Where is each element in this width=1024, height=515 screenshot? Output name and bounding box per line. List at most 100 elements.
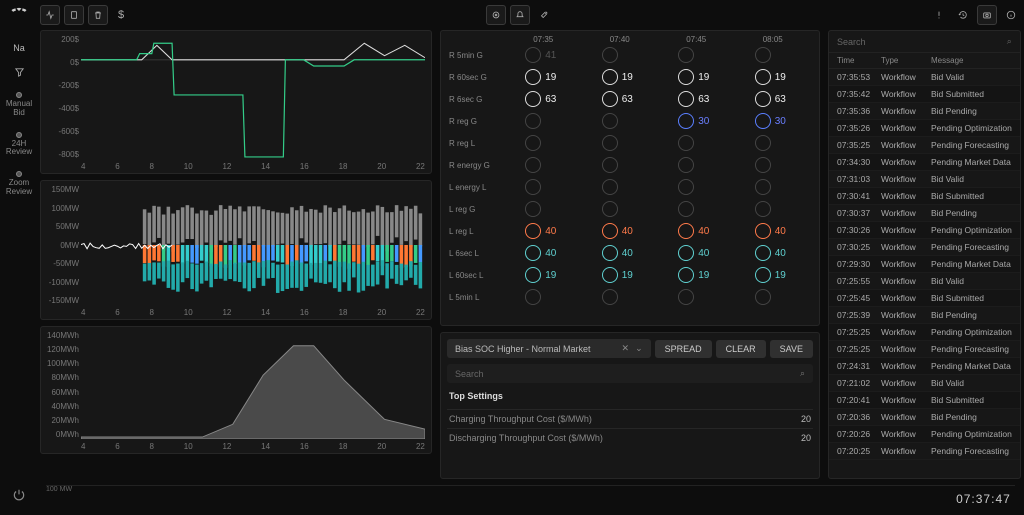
bid-cell[interactable] [505,157,582,173]
trash-icon[interactable] [88,5,108,25]
camera-icon[interactable] [977,5,997,25]
footer-chart[interactable]: 100 MW [46,485,1015,513]
bid-cell[interactable]: 40 [735,245,812,261]
bid-cell[interactable]: 19 [505,267,582,283]
log-row[interactable]: 07:35:25WorkflowPending Forecasting [829,137,1020,154]
bid-cell[interactable] [582,201,659,217]
bid-cell[interactable] [582,47,659,63]
bid-cell[interactable]: 40 [658,245,735,261]
bid-cell[interactable] [505,113,582,129]
bid-cell[interactable]: 63 [505,91,582,107]
sidebar-item-manual-bid[interactable]: ManualBid [6,92,32,118]
bid-cell[interactable]: 19 [735,69,812,85]
log-row[interactable]: 07:25:39WorkflowBid Pending [829,307,1020,324]
clear-button[interactable]: CLEAR [716,340,766,358]
bid-cell[interactable] [658,157,735,173]
bid-cell[interactable] [735,157,812,173]
bid-cell[interactable] [658,201,735,217]
log-row[interactable]: 07:21:02WorkflowBid Valid [829,375,1020,392]
log-row[interactable]: 07:25:55WorkflowBid Valid [829,273,1020,290]
settings-search-input[interactable]: Search ⌕ [447,364,813,383]
power-chart[interactable]: 150MW100MW50MW0MW-50MW-100MW-150MW 46810… [40,180,432,320]
log-row[interactable]: 07:30:26WorkflowPending Optimization [829,222,1020,239]
bid-cell[interactable]: 63 [735,91,812,107]
strategy-pill[interactable]: Bias SOC Higher - Normal Market ✕ ⌄ [447,339,651,358]
power-icon[interactable] [12,488,26,505]
bid-cell[interactable] [582,135,659,151]
bid-cell[interactable]: 19 [658,69,735,85]
filter-icon[interactable] [14,67,25,78]
bid-cell[interactable] [658,135,735,151]
bid-cell[interactable]: 19 [658,267,735,283]
bid-cell[interactable]: 63 [582,91,659,107]
bid-cell[interactable]: 63 [658,91,735,107]
spread-button[interactable]: SPREAD [655,340,712,358]
setting-row[interactable]: Charging Throughput Cost ($/MWh)20 [447,409,813,428]
chevron-down-icon[interactable]: ⌄ [635,343,643,354]
bid-cell[interactable]: 40 [505,223,582,239]
bid-cell[interactable]: 41 [505,47,582,63]
log-row[interactable]: 07:30:41WorkflowBid Submitted [829,188,1020,205]
log-row[interactable]: 07:20:26WorkflowPending Optimization [829,426,1020,443]
bid-cell[interactable] [735,135,812,151]
energy-chart[interactable]: 140MWh120MWh100MWh80MWh60MWh40MWh20MWh0M… [40,326,432,454]
bid-cell[interactable] [735,289,812,305]
bid-cell[interactable]: 40 [582,245,659,261]
log-row[interactable]: 07:20:25WorkflowPending Forecasting [829,443,1020,460]
bid-cell[interactable] [582,289,659,305]
setting-row[interactable]: Discharging Throughput Cost ($/MWh)20 [447,428,813,447]
bid-cell[interactable]: 40 [735,223,812,239]
bid-cell[interactable] [582,157,659,173]
save-button[interactable]: SAVE [770,340,813,358]
log-row[interactable]: 07:25:25WorkflowPending Forecasting [829,341,1020,358]
log-row[interactable]: 07:24:31WorkflowPending Market Data [829,358,1020,375]
bid-cell[interactable]: 19 [505,69,582,85]
log-row[interactable]: 07:35:26WorkflowPending Optimization [829,120,1020,137]
log-search-input[interactable]: Search ⌕ [829,31,1020,53]
bid-cell[interactable] [658,47,735,63]
bid-cell[interactable] [582,113,659,129]
tool-icon[interactable] [534,5,554,25]
bid-cell[interactable] [505,179,582,195]
bell-icon[interactable] [510,5,530,25]
bid-cell[interactable] [735,201,812,217]
bid-cell[interactable]: 30 [658,113,735,129]
bid-cell[interactable]: 19 [582,267,659,283]
activity-icon[interactable] [40,5,60,25]
bid-cell[interactable]: 40 [505,245,582,261]
alert-icon[interactable] [929,5,949,25]
bid-cell[interactable] [505,201,582,217]
bid-cell[interactable] [658,289,735,305]
bid-cell[interactable]: 19 [582,69,659,85]
bid-cell[interactable] [505,289,582,305]
log-row[interactable]: 07:30:25WorkflowPending Forecasting [829,239,1020,256]
bid-cell[interactable]: 40 [582,223,659,239]
log-row[interactable]: 07:35:53WorkflowBid Valid [829,69,1020,86]
log-row[interactable]: 07:20:41WorkflowBid Submitted [829,392,1020,409]
bid-cell[interactable] [735,179,812,195]
info-icon[interactable] [1001,5,1021,25]
target-icon[interactable] [486,5,506,25]
close-icon[interactable]: ✕ [622,343,630,354]
log-row[interactable]: 07:29:30WorkflowPending Market Data [829,256,1020,273]
log-row[interactable]: 07:30:37WorkflowBid Pending [829,205,1020,222]
log-row[interactable]: 07:20:36WorkflowBid Pending [829,409,1020,426]
price-chart[interactable]: 200$0$-200$-400$-600$-800$ 4681012141618… [40,30,432,174]
log-row[interactable]: 07:34:30WorkflowPending Market Data [829,154,1020,171]
sidebar-item-zoom-review[interactable]: ZoomReview [6,171,32,197]
log-row[interactable]: 07:35:42WorkflowBid Submitted [829,86,1020,103]
log-row[interactable]: 07:25:45WorkflowBid Submitted [829,290,1020,307]
log-row[interactable]: 07:35:36WorkflowBid Pending [829,103,1020,120]
bid-cell[interactable] [658,179,735,195]
bid-cell[interactable] [505,135,582,151]
log-row[interactable]: 07:31:03WorkflowBid Valid [829,171,1020,188]
history-icon[interactable] [953,5,973,25]
sidebar-item-24h-review[interactable]: 24HReview [6,132,32,158]
bid-cell[interactable]: 40 [658,223,735,239]
bid-cell[interactable]: 30 [735,113,812,129]
bid-cell[interactable] [582,179,659,195]
bid-cell[interactable]: 19 [735,267,812,283]
bid-cell[interactable] [735,47,812,63]
document-icon[interactable] [64,5,84,25]
log-row[interactable]: 07:25:25WorkflowPending Optimization [829,324,1020,341]
